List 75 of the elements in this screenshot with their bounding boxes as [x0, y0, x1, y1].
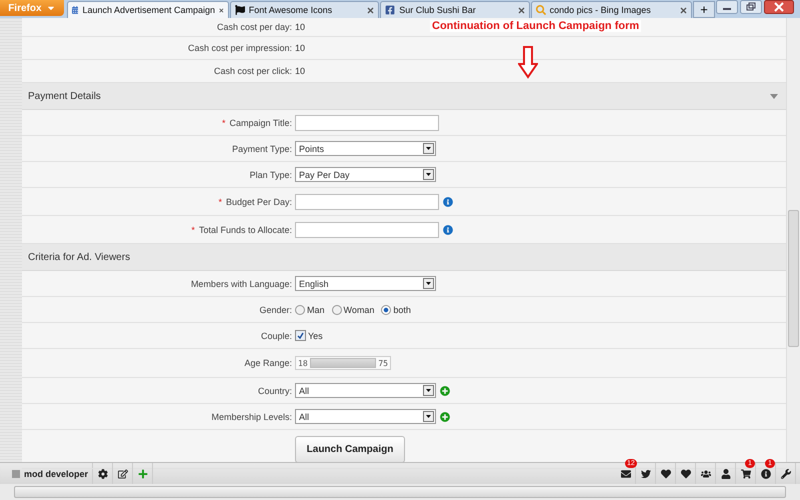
browser-tab[interactable]: Font Awesome Icons: [230, 1, 380, 18]
heart-icon[interactable]: [680, 468, 690, 478]
radio-button[interactable]: [332, 304, 342, 314]
section-header[interactable]: Payment Details: [22, 83, 786, 110]
browser-tab[interactable]: condo pics - Bing Images: [530, 1, 692, 18]
radio-button[interactable]: [381, 304, 392, 314]
field-label: Payment Type:: [231, 144, 292, 154]
field-label: * Total Funds to Allocate:: [190, 224, 292, 234]
field-label: * Campaign Title:: [220, 118, 292, 128]
radio-label: Man: [307, 304, 325, 314]
field-label: Cash cost per click:: [212, 66, 292, 76]
launch-campaign-button[interactable]: Launch Campaign: [295, 436, 405, 462]
field-value: 10: [295, 43, 306, 53]
wrench-icon[interactable]: [780, 468, 790, 478]
close-icon[interactable]: [764, 0, 794, 14]
dropdown[interactable]: All: [295, 383, 436, 398]
restore-icon[interactable]: [740, 0, 762, 14]
radio-label: both: [393, 304, 411, 314]
close-icon[interactable]: [367, 6, 374, 14]
field-value: 10: [295, 22, 306, 32]
status-square-icon: [12, 470, 20, 478]
text-field[interactable]: [295, 222, 439, 238]
dropdown[interactable]: Points: [295, 141, 436, 156]
user-name[interactable]: mod developer: [24, 468, 88, 478]
bird-icon[interactable]: [640, 468, 650, 478]
scrollbar-thumb[interactable]: [788, 210, 799, 347]
browser-tab[interactable]: Launch Advertisement Campaign: [66, 1, 229, 18]
settings-icon[interactable]: [98, 468, 108, 478]
dropdown[interactable]: Pay Per Day: [295, 167, 436, 182]
section-title: Payment Details: [28, 90, 101, 102]
field-label: Gender:: [258, 304, 292, 314]
dropdown[interactable]: All: [295, 409, 436, 424]
field-label: Members with Language:: [190, 278, 292, 288]
field-label: * Budget Per Day:: [217, 196, 292, 206]
annotation-text: Continuation of Launch Campaign form: [430, 20, 642, 32]
browser-tab[interactable]: Sur Club Sushi Bar: [380, 1, 530, 18]
group-icon[interactable]: [700, 468, 710, 478]
tab-favicon-icon: [234, 5, 245, 15]
field-label: Cash cost per impression:: [186, 43, 292, 53]
field-label: Couple:: [260, 330, 292, 340]
add-icon[interactable]: [138, 468, 148, 478]
down-arrow-icon: [518, 46, 538, 79]
heart-icon[interactable]: [660, 468, 670, 478]
minimize-icon[interactable]: [716, 0, 738, 14]
tab-favicon-icon: [385, 5, 396, 15]
field-value: 10: [295, 66, 306, 76]
info-icon[interactable]: [760, 468, 770, 478]
checkbox[interactable]: [295, 330, 306, 341]
checkbox-label: Yes: [308, 330, 323, 340]
close-icon[interactable]: [680, 6, 688, 14]
close-icon[interactable]: [219, 6, 224, 14]
new-tab-button[interactable]: +: [693, 1, 715, 18]
radio-button[interactable]: [295, 304, 305, 314]
text-field[interactable]: [295, 114, 439, 130]
tab-favicon-icon: [536, 5, 546, 15]
field-label: Membership Levels:: [210, 412, 292, 422]
field-label: Age Range:: [243, 358, 292, 368]
section-title: Criteria for Ad. Viewers: [28, 252, 130, 262]
field-label: Plan Type:: [248, 170, 292, 180]
tab-favicon-icon: [72, 5, 78, 15]
user-icon[interactable]: [720, 468, 730, 478]
dropdown[interactable]: English: [295, 276, 436, 291]
radio-label: Woman: [344, 304, 374, 314]
collapse-caret-icon[interactable]: [770, 94, 778, 98]
range-slider[interactable]: 18 75: [295, 356, 391, 370]
add-icon[interactable]: [440, 386, 450, 396]
text-field[interactable]: [295, 194, 439, 210]
cart-icon[interactable]: [740, 468, 750, 478]
close-icon[interactable]: [518, 6, 525, 14]
field-label: Country:: [256, 386, 292, 396]
edit-icon[interactable]: [118, 468, 128, 478]
field-label: Cash cost per day:: [216, 22, 292, 32]
scrollbar-thumb[interactable]: [14, 486, 786, 498]
envelope-icon[interactable]: [620, 468, 630, 478]
add-icon[interactable]: [440, 412, 450, 422]
